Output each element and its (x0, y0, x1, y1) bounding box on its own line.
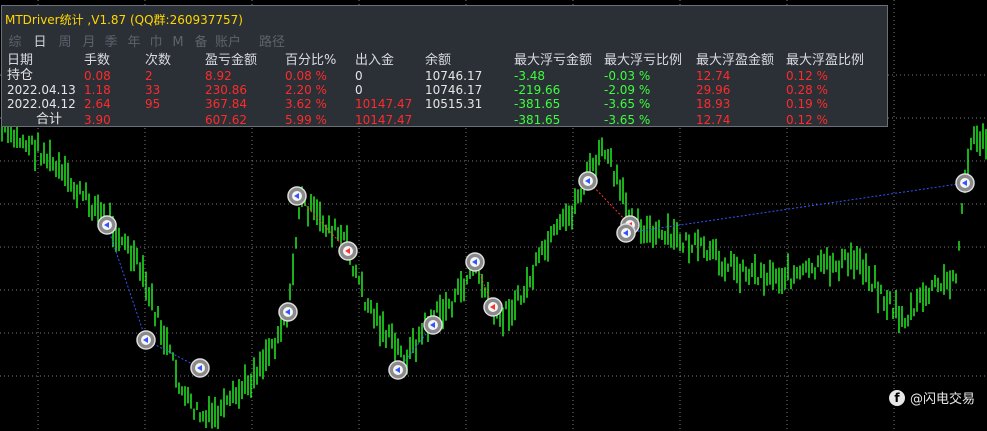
total-pnl: 607.62 (205, 113, 247, 127)
trade-marker[interactable] (388, 360, 408, 380)
total-maxloss-pct: -3.65 % (604, 113, 651, 127)
facebook-icon: f (888, 389, 905, 406)
tab-year[interactable]: 年 (126, 34, 142, 52)
col-pnl: 盈亏金额 (205, 53, 258, 68)
trade-marker[interactable] (278, 302, 298, 322)
trade-marker[interactable] (465, 252, 485, 272)
total-lots: 3.90 (84, 113, 111, 127)
row-count: 95 (145, 97, 161, 111)
col-maxgain: 最大浮盈金额 (696, 53, 775, 68)
tab-magic[interactable]: M (170, 34, 186, 52)
trade-marker[interactable] (423, 315, 443, 335)
col-count: 次数 (145, 53, 172, 68)
total-maxgain-pct: 0.12 % (786, 113, 828, 127)
row-date: 2022.04.12 (7, 97, 76, 111)
watermark-text: @闪电交易 (909, 392, 975, 407)
row-balance: 10515.31 (425, 97, 483, 111)
panel-title: MTDriver统计 ,V1.87 (QQ群:260937757) (5, 13, 243, 27)
period-tabs: 综 日 周 月 季 年 巾 M 备 账户 路径 (2, 34, 887, 52)
tab-quarter[interactable]: 季 (103, 34, 119, 52)
tab-week[interactable]: 周 (57, 34, 73, 52)
row-pnl: 367.84 (205, 97, 247, 111)
tab-month[interactable]: 月 (81, 34, 97, 52)
tab-path[interactable]: 路径 (256, 34, 288, 52)
trade-marker[interactable] (190, 358, 210, 378)
trade-marker[interactable] (97, 215, 117, 235)
col-maxloss: 最大浮亏金额 (514, 53, 593, 68)
col-maxloss-pct: 最大浮亏比例 (604, 53, 683, 68)
col-date: 日期 (7, 53, 34, 68)
col-pct: 百分比% (285, 53, 337, 68)
tab-day[interactable]: 日 (32, 34, 48, 52)
tab-symbol[interactable]: 巾 (148, 34, 164, 52)
row-maxloss: -381.65 (514, 97, 561, 111)
total-pct: 5.99 % (285, 113, 327, 127)
trade-marker[interactable] (287, 186, 307, 206)
total-maxloss: -381.65 (514, 113, 561, 127)
row-io: 10147.47 (355, 97, 413, 111)
trade-marker[interactable] (483, 297, 503, 317)
row-maxgain: 18.93 (696, 97, 731, 111)
col-lots: 手数 (84, 53, 111, 68)
col-io: 出入金 (355, 53, 395, 68)
trade-marker[interactable] (578, 171, 598, 191)
trade-marker[interactable] (136, 330, 156, 350)
trade-marker[interactable] (616, 223, 636, 243)
watermark: f @闪电交易 (888, 388, 975, 407)
row-maxgain-pct: 0.19 % (786, 97, 828, 111)
table-header: 日期 手数 次数 盈亏金额 百分比% 出入金 余额 最大浮亏金额 最大浮亏比例 … (2, 53, 887, 69)
col-maxgain-pct: 最大浮盈比例 (786, 53, 865, 68)
row-maxloss-pct: -3.65 % (604, 97, 651, 111)
statistics-panel: MTDriver统计 ,V1.87 (QQ群:260937757) 综 日 周 … (1, 5, 888, 127)
tab-account[interactable]: 账户 (212, 34, 244, 52)
total-io: 10147.47 (355, 113, 413, 127)
tab-comment[interactable]: 备 (193, 34, 209, 52)
col-balance: 余额 (425, 53, 452, 68)
total-maxgain: 12.74 (696, 113, 731, 127)
total-label: 合计 (36, 112, 63, 127)
tab-summary[interactable]: 综 (7, 34, 23, 52)
row-pct: 3.62 % (285, 97, 327, 111)
table-row: 2022.04.12 2.64 95 367.84 3.62 % 10147.4… (2, 96, 887, 112)
trade-marker[interactable] (955, 173, 975, 193)
trade-marker[interactable] (338, 241, 358, 261)
table-total-row: 合计 3.90 607.62 5.99 % 10147.47 -381.65 -… (2, 112, 887, 128)
row-lots: 2.64 (84, 97, 111, 111)
